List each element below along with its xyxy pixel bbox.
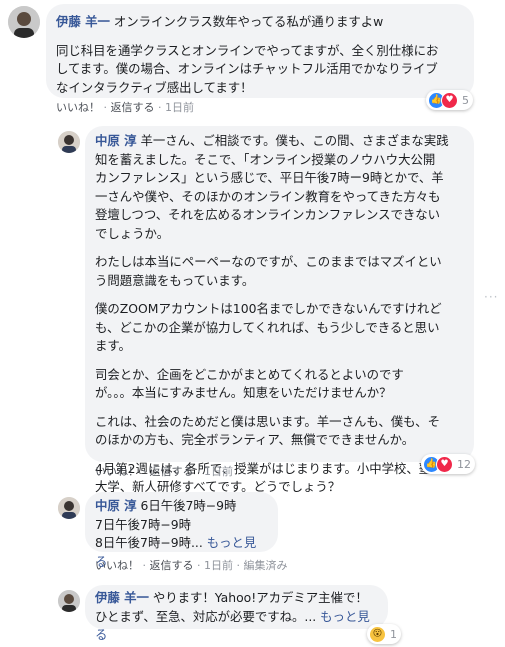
comment-time[interactable]: 1日前 — [165, 101, 194, 114]
comment-author[interactable]: 中原 淳 — [95, 133, 137, 148]
like-link[interactable]: いいね！ — [95, 559, 139, 572]
comment-text: わたしは本当にペーペーなのですが、このままではマズイとい う問題意識をもっていま… — [95, 254, 442, 288]
comment-text: 羊一さん、ご相談です。僕も、この間、さまざまな実践 — [140, 133, 449, 148]
reaction-count: 12 — [457, 457, 471, 471]
like-link[interactable]: いいね！ — [95, 465, 139, 478]
comment-text: 6日午後7時−9時 — [140, 498, 237, 513]
comment-author[interactable]: 伊藤 羊一 — [95, 590, 149, 605]
reply-link[interactable]: 返信する — [150, 559, 194, 572]
reaction-summary[interactable]: 👍 ♥ 12 — [421, 454, 475, 474]
reaction-summary[interactable]: 😮 1 — [367, 624, 401, 644]
comment-text: これは、社会のためだと僕は思います。羊一さんも、僕も、そ のほかの方も、完全ボラ… — [95, 413, 440, 448]
reply-link[interactable]: 返信する — [150, 465, 194, 478]
like-link[interactable]: いいね！ — [56, 101, 100, 114]
comment-actions: いいね！ · 返信する · 1日前 — [95, 465, 233, 478]
comment-text: やります！Yahoo!アカデミア主催で！ — [152, 590, 368, 605]
comment-actions: いいね！ · 返信する · 1日前 — [56, 101, 194, 114]
comment-actions: いいね！ · 返信する · 1日前 · 編集済み — [95, 559, 288, 572]
comment-author[interactable]: 伊藤 羊一 — [56, 14, 110, 29]
comment-time[interactable]: 1日前 — [204, 465, 233, 478]
reaction-count: 1 — [390, 627, 397, 641]
comment-text: 同じ科目を通学クラスとオンラインでやってますが、全く別仕様にお してます。僕の場… — [56, 42, 439, 95]
reply-link[interactable]: 返信する — [111, 101, 155, 114]
comment-text: 知を蓄えました。そこで、「オンライン授業のノウハウ大公開 カンファレンス」という… — [95, 151, 444, 241]
wow-reaction-icon: 😮 — [369, 625, 386, 643]
comment-bubble: 伊藤 羊一 やります！Yahoo!アカデミア主催で！ ひとまず、至急、対応が必要… — [85, 585, 388, 642]
comment-text: 司会とか、企画をどこかがまとめてくれるとよいのです が。。。本当にすみません。知… — [95, 366, 404, 401]
comment-text: 僕のZOOMアカウントは100名までしかできないんですけれど も、どこかの企業が… — [95, 301, 442, 353]
avatar[interactable] — [58, 590, 80, 612]
comment-bubble: 伊藤 羊一 オンラインクラス数年やってる私が通りますよw 同じ科目を通学クラスと… — [46, 4, 474, 98]
comment-text: 7日午後7時−9時 8日午後7時−9時... — [95, 516, 203, 551]
comment-author[interactable]: 中原 淳 — [95, 498, 137, 513]
avatar[interactable] — [58, 131, 80, 153]
reaction-count: 5 — [462, 93, 469, 107]
comment-text: ひとまず、至急、対応が必要ですね。... — [95, 608, 317, 624]
more-dots-icon[interactable]: ··· — [484, 290, 498, 304]
reaction-summary[interactable]: 👍 ♥ 5 — [426, 90, 473, 110]
comment-bubble: 中原 淳 6日午後7時−9時 7日午後7時−9時 8日午後7時−9時... もっ… — [85, 492, 278, 569]
avatar[interactable] — [8, 6, 40, 38]
comment-bubble: 中原 淳 羊一さん、ご相談です。僕も、この間、さまざまな実践 知を蓄えました。そ… — [85, 126, 474, 494]
avatar[interactable] — [58, 497, 80, 519]
comment-text: オンラインクラス数年やってる私が通りますよw — [113, 14, 384, 29]
love-reaction-icon: ♥ — [436, 455, 453, 473]
love-reaction-icon: ♥ — [441, 91, 458, 109]
edited-label: 編集済み — [243, 559, 288, 572]
comment-time[interactable]: 1日前 — [204, 559, 233, 572]
